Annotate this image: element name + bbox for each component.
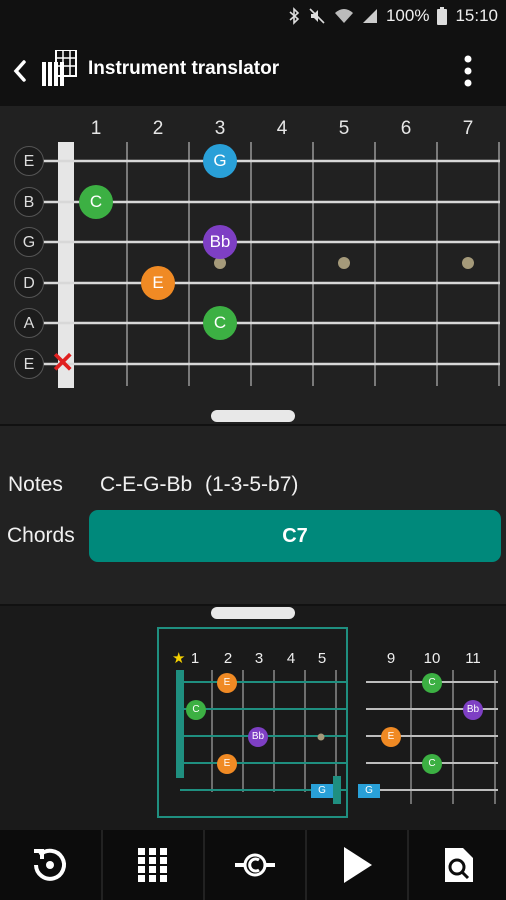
overflow-menu-button[interactable] — [456, 52, 480, 90]
notes-label: Notes — [8, 473, 63, 496]
more-vert-icon — [464, 55, 472, 87]
play-button[interactable] — [307, 830, 407, 900]
mini-note: Bb — [248, 727, 268, 747]
back-button[interactable] — [8, 54, 32, 88]
rotate-icon — [34, 848, 66, 881]
intervals-value: (1-3-5-b7) — [205, 473, 299, 496]
app-logo-icon — [42, 49, 78, 93]
mini-note-tag: G — [311, 784, 333, 798]
fret-note[interactable]: G — [203, 144, 237, 178]
capo-icon — [235, 853, 275, 877]
capo-button[interactable] — [205, 830, 305, 900]
string-label[interactable]: A — [14, 308, 44, 338]
status-bar: 100% 15:10 — [0, 0, 506, 36]
chord-button[interactable]: C7 — [89, 510, 501, 562]
page-title: Instrument translator — [88, 58, 280, 79]
fretboard-resize-handle[interactable] — [211, 410, 295, 422]
fret-note[interactable]: C — [79, 185, 113, 219]
play-icon — [344, 847, 372, 883]
chevron-left-icon — [13, 60, 26, 82]
mini-note: C — [186, 700, 206, 720]
wifi-icon — [334, 7, 354, 25]
string-label[interactable]: B — [14, 187, 44, 217]
string-label[interactable]: E — [14, 349, 44, 379]
string-label[interactable]: G — [14, 227, 44, 257]
mini-note-tag: G — [358, 784, 380, 798]
fretboard[interactable] — [0, 106, 506, 406]
search-button[interactable] — [409, 830, 506, 900]
grid-view-button[interactable] — [103, 830, 203, 900]
battery-percent: 100% — [385, 6, 430, 25]
positions-resize-handle[interactable] — [211, 607, 295, 619]
grid-icon — [138, 848, 167, 882]
search-doc-icon — [445, 848, 473, 882]
bluetooth-icon — [288, 7, 300, 25]
chords-label: Chords — [7, 524, 75, 547]
fret-note[interactable]: C — [203, 306, 237, 340]
notes-value: C-E-G-Bb — [100, 473, 193, 496]
clock: 15:10 — [455, 6, 498, 25]
reset-button[interactable] — [0, 830, 100, 900]
muted-string-marker[interactable]: ✕ — [51, 348, 74, 378]
mini-note: E — [217, 673, 237, 693]
signal-icon — [362, 7, 378, 25]
fret-note[interactable]: E — [141, 266, 175, 300]
battery-icon — [437, 7, 448, 25]
app-bar: Instrument translator — [0, 36, 506, 106]
mini-note: E — [217, 754, 237, 774]
mini-note: C — [422, 673, 442, 693]
bottom-toolbar — [0, 830, 506, 900]
fret-note[interactable]: Bb — [203, 225, 237, 259]
mini-note: Bb — [463, 700, 483, 720]
mute-icon — [308, 7, 326, 25]
mini-note: E — [381, 727, 401, 747]
divider — [0, 424, 506, 426]
string-label[interactable]: D — [14, 268, 44, 298]
mini-note: C — [422, 754, 442, 774]
string-label[interactable]: E — [14, 146, 44, 176]
